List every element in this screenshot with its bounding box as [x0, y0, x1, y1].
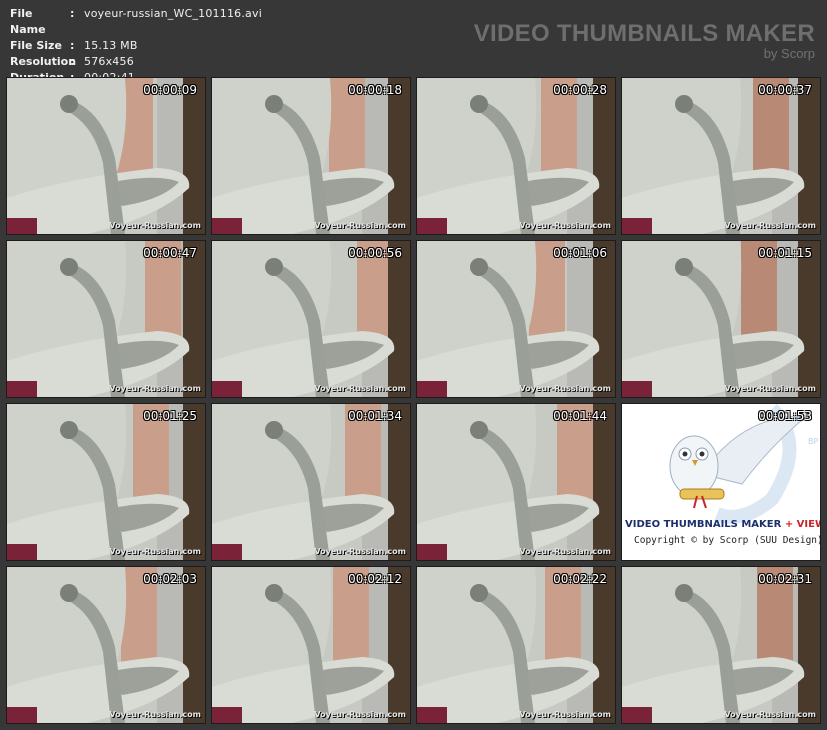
watermark: Voyeur-Russian.com	[519, 710, 611, 719]
frame-image	[417, 567, 615, 723]
file-name-value: voyeur-russian_WC_101116.avi	[84, 7, 262, 20]
timestamp: 00:01:34	[348, 409, 402, 423]
video-thumbnail[interactable]: 00:01:06 Voyeur-Russian.com	[416, 240, 616, 398]
timestamp: 00:02:12	[348, 572, 402, 586]
timestamp: 00:00:28	[553, 83, 607, 97]
frame-image	[622, 567, 820, 723]
brand-logo: VIDEO THUMBNAILS MAKER by Scorp	[474, 20, 815, 60]
video-thumbnail[interactable]: 00:00:37 Voyeur-Russian.com	[621, 77, 821, 235]
video-thumbnail[interactable]: 00:01:34 Voyeur-Russian.com	[211, 403, 411, 561]
file-name-row: File Name : voyeur-russian_WC_101116.avi	[10, 6, 262, 38]
timestamp: 00:00:09	[143, 83, 197, 97]
bp-label: BP	[808, 437, 818, 446]
video-thumbnail[interactable]: 00:02:31 Voyeur-Russian.com	[621, 566, 821, 724]
timestamp: 00:00:18	[348, 83, 402, 97]
video-thumbnail[interactable]: 00:00:47 Voyeur-Russian.com	[6, 240, 206, 398]
file-size-row: File Size : 15.13 MB	[10, 38, 262, 54]
resolution-row: Resolution : 576x456	[10, 54, 262, 70]
timestamp: 00:01:53	[758, 409, 812, 423]
promo-title-viewer: + VIEWER	[784, 519, 820, 530]
separator: :	[70, 7, 75, 20]
watermark: Voyeur-Russian.com	[519, 221, 611, 230]
timestamp: 00:02:22	[553, 572, 607, 586]
frame-image	[417, 241, 615, 397]
watermark: Voyeur-Russian.com	[109, 384, 201, 393]
watermark: Voyeur-Russian.com	[314, 547, 406, 556]
frame-image	[7, 78, 205, 234]
timestamp: 00:00:56	[348, 246, 402, 260]
video-thumbnail[interactable]: 00:00:18 Voyeur-Russian.com	[211, 77, 411, 235]
timestamp: 00:01:06	[553, 246, 607, 260]
video-thumbnail[interactable]: 00:02:12 Voyeur-Russian.com	[211, 566, 411, 724]
thumbnail-grid: 00:00:09 Voyeur-Russian.com 00:00:18 Voy…	[6, 77, 821, 724]
frame-image	[7, 241, 205, 397]
frame-image	[7, 404, 205, 560]
brand-subtitle: by Scorp	[763, 46, 815, 61]
watermark: Voyeur-Russian.com	[519, 547, 611, 556]
timestamp: 00:01:15	[758, 246, 812, 260]
promo-title: VIDEO THUMBNAILS MAKER + VIEWER	[625, 519, 820, 530]
watermark: Voyeur-Russian.com	[109, 221, 201, 230]
video-thumbnail[interactable]: 00:01:25 Voyeur-Russian.com	[6, 403, 206, 561]
video-thumbnail[interactable]: 00:02:03 Voyeur-Russian.com	[6, 566, 206, 724]
watermark: Voyeur-Russian.com	[314, 710, 406, 719]
timestamp: 00:01:44	[553, 409, 607, 423]
video-thumbnail[interactable]: 00:00:28 Voyeur-Russian.com	[416, 77, 616, 235]
video-thumbnail[interactable]: 00:00:09 Voyeur-Russian.com	[6, 77, 206, 235]
file-size-label: File Size	[10, 39, 62, 52]
file-size-value: 15.13 MB	[84, 39, 138, 52]
video-thumbnail[interactable]: 00:01:44 Voyeur-Russian.com	[416, 403, 616, 561]
watermark: Voyeur-Russian.com	[724, 710, 816, 719]
timestamp: 00:00:37	[758, 83, 812, 97]
frame-image	[7, 567, 205, 723]
frame-image	[212, 567, 410, 723]
watermark: Voyeur-Russian.com	[724, 384, 816, 393]
resolution-label: Resolution	[10, 55, 77, 68]
timestamp: 00:01:25	[143, 409, 197, 423]
watermark: Voyeur-Russian.com	[724, 221, 816, 230]
separator: :	[70, 55, 75, 68]
frame-image	[212, 241, 410, 397]
frame-image	[622, 241, 820, 397]
file-info: File Name : voyeur-russian_WC_101116.avi…	[10, 6, 262, 86]
watermark: Voyeur-Russian.com	[109, 547, 201, 556]
frame-image	[622, 78, 820, 234]
frame-image	[212, 78, 410, 234]
video-thumbnail[interactable]: 00:00:56 Voyeur-Russian.com	[211, 240, 411, 398]
promo-title-main: VIDEO THUMBNAILS MAKER	[625, 519, 782, 530]
watermark: Voyeur-Russian.com	[314, 384, 406, 393]
timestamp: 00:00:47	[143, 246, 197, 260]
frame-image	[417, 404, 615, 560]
timestamp: 00:02:03	[143, 572, 197, 586]
watermark: Voyeur-Russian.com	[109, 710, 201, 719]
video-thumbnail[interactable]: 00:02:22 Voyeur-Russian.com	[416, 566, 616, 724]
resolution-value: 576x456	[84, 55, 134, 68]
promo-thumbnail[interactable]: BP 00:01:53 VIDEO THUMBNAILS MAKER + VIE…	[621, 403, 821, 561]
watermark: Voyeur-Russian.com	[314, 221, 406, 230]
brand-title: VIDEO THUMBNAILS MAKER	[473, 20, 815, 47]
frame-image	[212, 404, 410, 560]
timestamp: 00:02:31	[758, 572, 812, 586]
promo-copyright: Copyright © by Scorp (SUU Design)	[634, 535, 821, 546]
video-thumbnail[interactable]: 00:01:15 Voyeur-Russian.com	[621, 240, 821, 398]
file-name-label: File Name	[10, 7, 46, 36]
watermark: Voyeur-Russian.com	[519, 384, 611, 393]
separator: :	[70, 39, 75, 52]
frame-image	[417, 78, 615, 234]
